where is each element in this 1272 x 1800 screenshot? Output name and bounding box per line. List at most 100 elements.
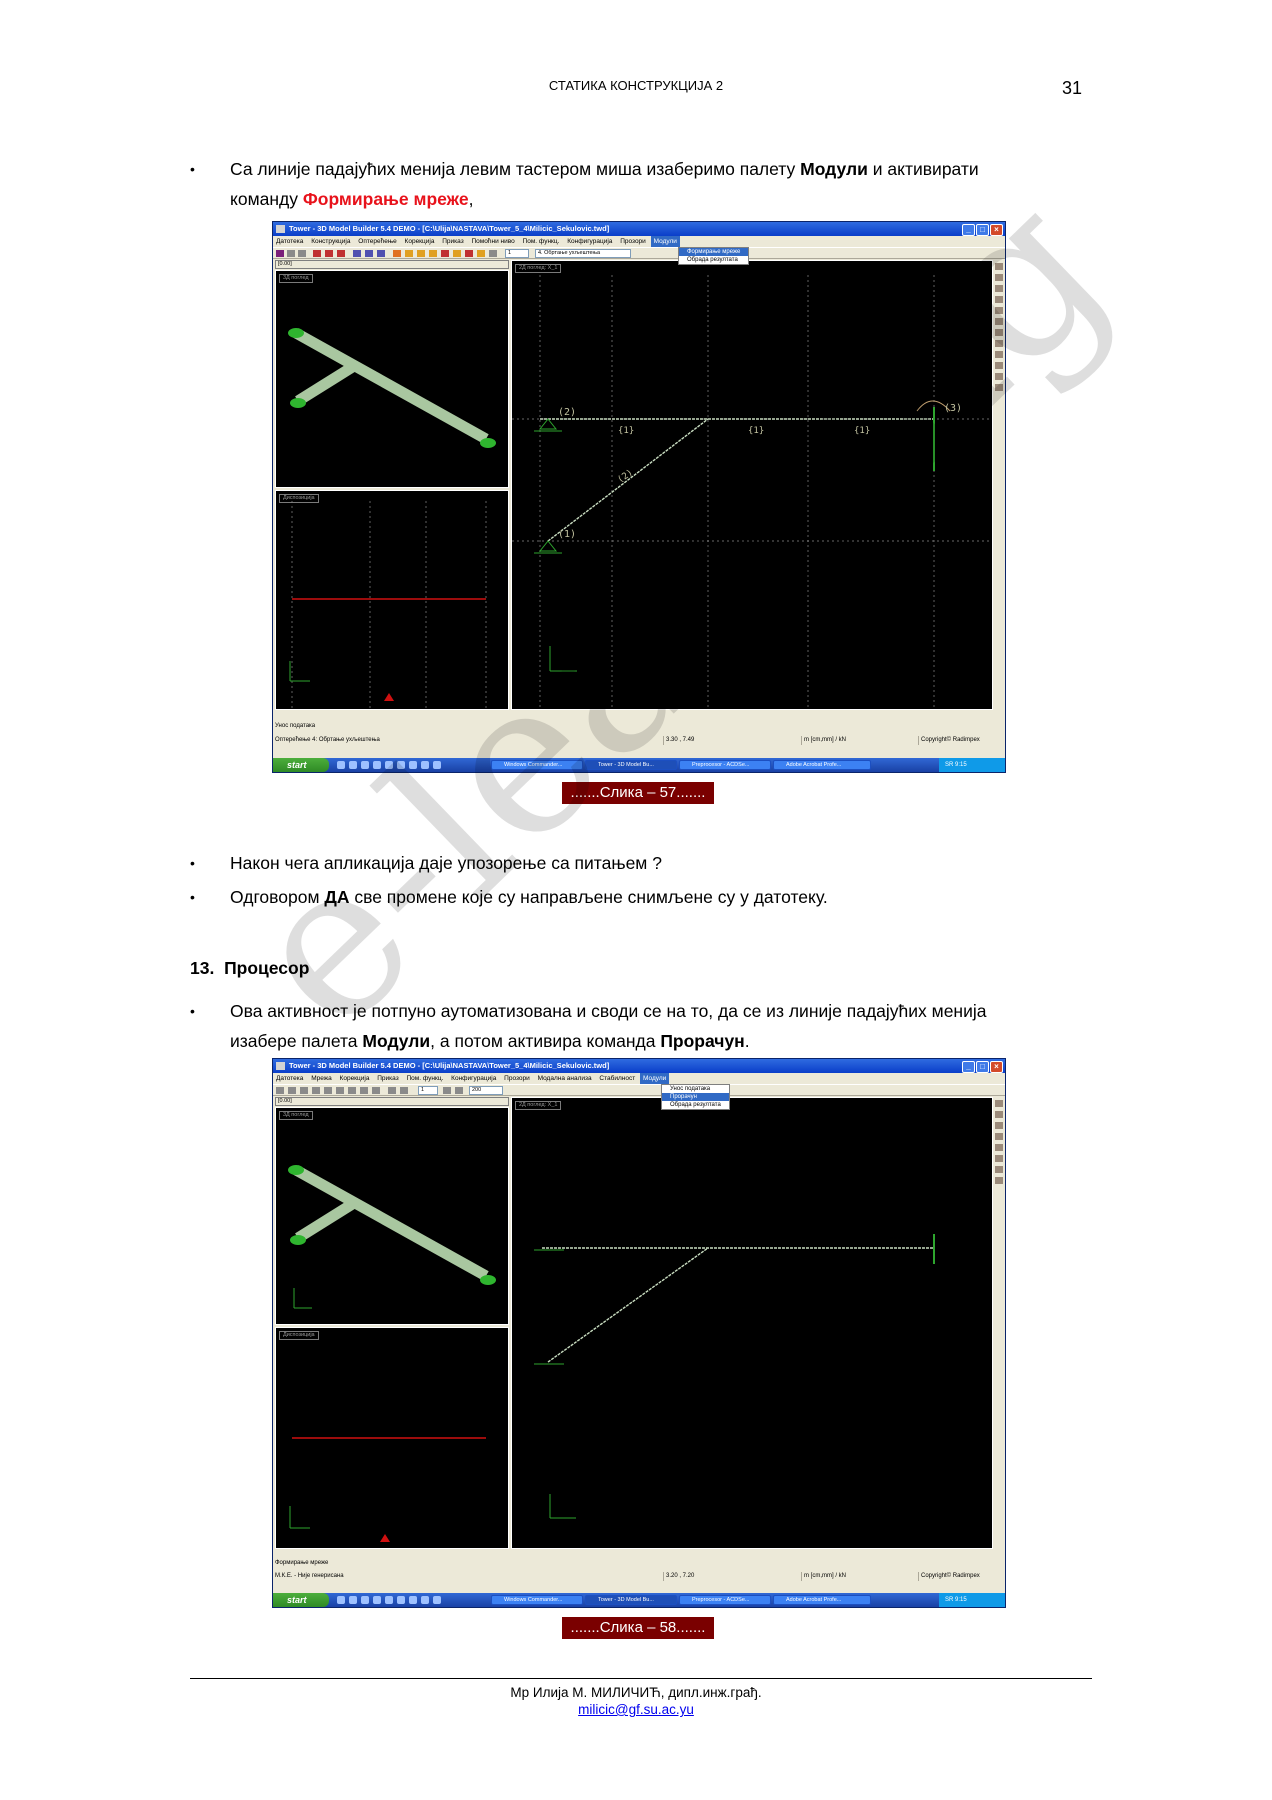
quicklaunch-icon[interactable]	[421, 761, 429, 769]
menu-item[interactable]: Датотека	[273, 236, 306, 247]
quicklaunch-icon[interactable]	[349, 1596, 357, 1604]
minimize-button[interactable]: _	[962, 1061, 975, 1073]
taskbar-item[interactable]: Preprocesor - ACDSe...	[679, 1595, 771, 1605]
menu-item[interactable]: Помоћни ниво	[469, 236, 518, 247]
tool-icon[interactable]	[995, 362, 1003, 369]
menu-item-modules[interactable]: Модули	[640, 1073, 670, 1084]
quicklaunch-icon[interactable]	[385, 1596, 393, 1604]
menu-item-modules[interactable]: Модули	[650, 236, 680, 247]
tool-icon[interactable]	[429, 250, 437, 257]
tool-icon[interactable]	[288, 1087, 296, 1094]
menu-item-results[interactable]: Обрада резултата	[679, 256, 748, 264]
tool-icon[interactable]	[377, 250, 385, 257]
tool-icon[interactable]	[995, 285, 1003, 292]
start-button[interactable]: start	[273, 758, 329, 772]
menu-item-calculation[interactable]: Прорачун	[662, 1093, 729, 1101]
tool-icon[interactable]	[995, 1155, 1003, 1162]
quicklaunch-icon[interactable]	[397, 761, 405, 769]
taskbar-item[interactable]: Adobe Acrobat Profe...	[773, 760, 871, 770]
tool-icon[interactable]	[276, 250, 284, 257]
menu-item[interactable]: Приказ	[374, 1073, 401, 1084]
menu-item[interactable]: Датотека	[273, 1073, 306, 1084]
quicklaunch-icon[interactable]	[433, 1596, 441, 1604]
tool-icon[interactable]	[455, 1087, 463, 1094]
quicklaunch-icon[interactable]	[337, 761, 345, 769]
footer-email-link[interactable]: milicic@gf.su.ac.yu	[578, 1702, 694, 1717]
menu-item[interactable]: Приказ	[439, 236, 466, 247]
close-button[interactable]: ×	[990, 224, 1003, 236]
tool-icon[interactable]	[995, 351, 1003, 358]
menu-item[interactable]: Конструкција	[308, 236, 353, 247]
tool-icon[interactable]	[325, 250, 333, 257]
tool-icon[interactable]	[443, 1087, 451, 1094]
taskbar-item[interactable]: Tower - 3D Model Bu...	[585, 1595, 677, 1605]
load-case-select[interactable]: 4. Обртање ухљештења	[535, 249, 631, 258]
tool-icon[interactable]	[465, 250, 473, 257]
tool-icon[interactable]	[353, 250, 361, 257]
tool-icon[interactable]	[276, 1087, 284, 1094]
quicklaunch-icon[interactable]	[361, 761, 369, 769]
tool-icon[interactable]	[995, 263, 1003, 270]
quicklaunch-icon[interactable]	[349, 761, 357, 769]
tool-icon[interactable]	[405, 250, 413, 257]
tool-icon[interactable]	[365, 250, 373, 257]
tool-icon[interactable]	[995, 1111, 1003, 1118]
tool-icon[interactable]	[995, 307, 1003, 314]
load-case-number-field[interactable]: 1	[418, 1086, 438, 1095]
menu-item[interactable]: Модална анализа	[535, 1073, 595, 1084]
menu-item[interactable]: Пом. функц.	[520, 236, 563, 247]
menu-item-results[interactable]: Обрада резултата	[662, 1101, 729, 1109]
tool-icon[interactable]	[995, 1177, 1003, 1184]
tool-icon[interactable]	[995, 296, 1003, 303]
mesh-size-field[interactable]: 200	[469, 1086, 503, 1095]
tool-icon[interactable]	[441, 250, 449, 257]
taskbar-item[interactable]: Windows Commander...	[491, 760, 583, 770]
taskbar-item[interactable]: Adobe Acrobat Profe...	[773, 1595, 871, 1605]
maximize-button[interactable]: □	[976, 224, 989, 236]
tool-icon[interactable]	[995, 274, 1003, 281]
tool-icon[interactable]	[337, 250, 345, 257]
tool-icon[interactable]	[336, 1087, 344, 1094]
tool-icon[interactable]	[995, 318, 1003, 325]
menu-item[interactable]: Пом. функц.	[404, 1073, 447, 1084]
tool-icon[interactable]	[477, 250, 485, 257]
tool-icon[interactable]	[995, 1100, 1003, 1107]
tool-icon[interactable]	[393, 250, 401, 257]
tool-icon[interactable]	[995, 340, 1003, 347]
tool-icon[interactable]	[417, 250, 425, 257]
tool-icon[interactable]	[995, 384, 1003, 391]
tool-icon[interactable]	[300, 1087, 308, 1094]
tool-icon[interactable]	[995, 1166, 1003, 1173]
taskbar-item[interactable]: Preprocesor - ACDSe...	[679, 760, 771, 770]
tool-icon[interactable]	[287, 250, 295, 257]
quicklaunch-icon[interactable]	[373, 1596, 381, 1604]
quicklaunch-icon[interactable]	[409, 761, 417, 769]
tool-icon[interactable]	[324, 1087, 332, 1094]
tool-icon[interactable]	[372, 1087, 380, 1094]
menu-item[interactable]: Корекција	[402, 236, 438, 247]
tool-icon[interactable]	[453, 250, 461, 257]
taskbar-item[interactable]: Tower - 3D Model Bu...	[585, 760, 677, 770]
menu-item-data-input[interactable]: Унос података	[662, 1085, 729, 1093]
tool-icon[interactable]	[995, 329, 1003, 336]
quicklaunch-icon[interactable]	[409, 1596, 417, 1604]
pane-3d-view[interactable]: 3Д поглед	[275, 270, 509, 488]
load-case-number-field[interactable]: 1	[505, 249, 529, 258]
minimize-button[interactable]: _	[962, 224, 975, 236]
quicklaunch-icon[interactable]	[361, 1596, 369, 1604]
menu-item-form-mesh[interactable]: Формирање мреже	[679, 248, 749, 256]
maximize-button[interactable]: □	[976, 1061, 989, 1073]
tool-icon[interactable]	[995, 1144, 1003, 1151]
pane-3d-view[interactable]: 3Д поглед	[275, 1107, 509, 1325]
tool-icon[interactable]	[313, 250, 321, 257]
pane-2d-view[interactable]: 2Д поглед: Х_1	[511, 1097, 993, 1549]
tool-icon[interactable]	[360, 1087, 368, 1094]
menu-item[interactable]: Корекција	[337, 1073, 373, 1084]
menu-item[interactable]: Прозори	[617, 236, 649, 247]
menu-item[interactable]: Стабилност	[596, 1073, 638, 1084]
quicklaunch-icon[interactable]	[433, 761, 441, 769]
tool-icon[interactable]	[400, 1087, 408, 1094]
tool-icon[interactable]	[489, 250, 497, 257]
menu-item[interactable]: Мрежа	[308, 1073, 335, 1084]
pane-2d-view[interactable]: 2Д поглед: Х_1 (2) (1) (3) {1} {1} {1} (…	[511, 260, 993, 710]
